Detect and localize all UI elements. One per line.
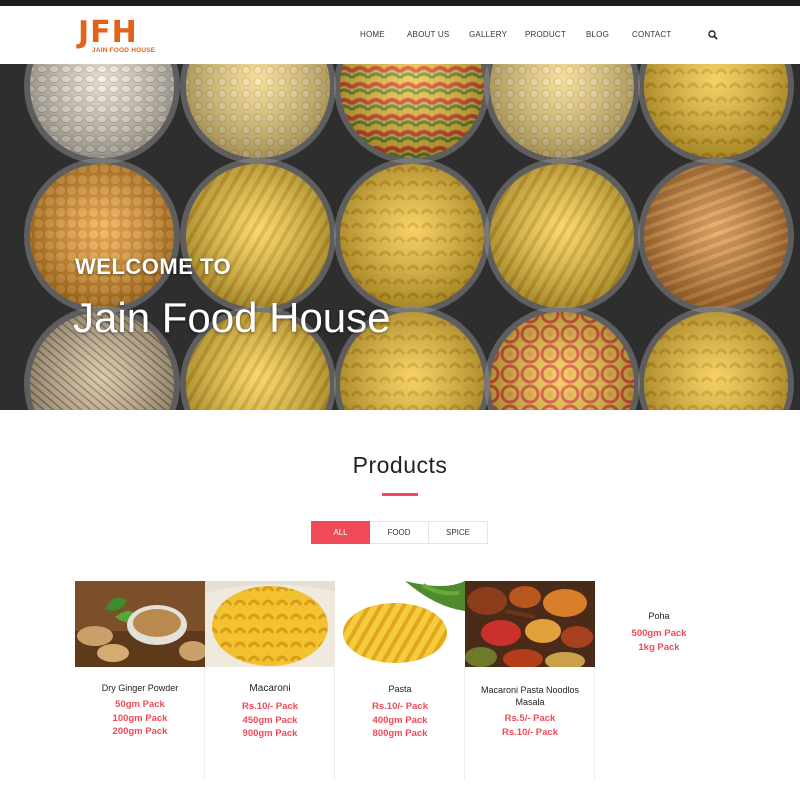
hero-bowl-shade	[186, 164, 330, 308]
product-image-masala[interactable]	[465, 581, 595, 667]
site-header: JFH JAIN FOOD HOUSE HOME ABOUT US GALLER…	[0, 6, 800, 64]
product-prices: Rs.10/- Pack 450gm Pack 900gm Pack	[205, 700, 335, 741]
filter-food[interactable]: FOOD	[370, 521, 429, 544]
product-image-dry-ginger[interactable]	[75, 581, 205, 667]
price-option: 400gm Pack	[372, 714, 428, 726]
product-name: Macaroni	[249, 683, 291, 694]
product-image-pasta[interactable]	[335, 581, 465, 667]
price-option: 900gm Pack	[242, 728, 298, 739]
product-prices: Rs.10/- Pack 400gm Pack 800gm Pack	[335, 700, 465, 741]
nav-gallery[interactable]: GALLERY	[469, 30, 507, 39]
product-card-pasta[interactable]: Pasta Rs.10/- Pack 400gm Pack 800gm Pack	[335, 581, 465, 780]
price-option: 450gm Pack	[242, 714, 298, 726]
price-option: 50gm Pack	[115, 699, 165, 710]
nav-blog[interactable]: BLOG	[586, 30, 609, 39]
nav-contact[interactable]: CONTACT	[632, 30, 671, 39]
price-option: 200gm Pack	[112, 726, 168, 737]
price-option: 500gm Pack	[631, 628, 687, 639]
product-name: Pasta	[388, 684, 412, 694]
filter-spice[interactable]: SPICE	[429, 521, 488, 544]
product-image-macaroni[interactable]	[205, 581, 335, 667]
hero-welcome-text: WELCOME TO	[75, 254, 232, 279]
main-nav: HOME ABOUT US GALLERY PRODUCT BLOG CONTA…	[0, 6, 800, 64]
nav-home[interactable]: HOME	[360, 30, 385, 39]
product-prices: 50gm Pack 100gm Pack 200gm Pack	[75, 698, 205, 739]
product-card-masala[interactable]: Macaroni Pasta Noodlos Masala Rs.5/- Pac…	[465, 581, 595, 780]
product-card-dry-ginger-powder[interactable]: Dry Ginger Powder 50gm Pack 100gm Pack 2…	[75, 581, 205, 780]
title-underline	[382, 493, 418, 496]
product-card-macaroni[interactable]: Macaroni Rs.10/- Pack 450gm Pack 900gm P…	[205, 581, 335, 780]
filter-all[interactable]: ALL	[311, 521, 370, 544]
product-prices: Rs.5/- Pack Rs.10/- Pack	[465, 712, 595, 739]
price-option: 800gm Pack	[372, 728, 428, 739]
price-option: 1kg Pack	[638, 641, 680, 653]
product-prices: 500gm Pack 1kg Pack	[594, 627, 724, 654]
product-name: Dry Ginger Powder	[101, 683, 179, 693]
hero-banner: WELCOME TO Jain Food House	[0, 64, 800, 410]
hero-brand-title: Jain Food House	[73, 294, 391, 341]
price-option: Rs.10/- Pack	[502, 726, 558, 738]
hero-bowl-shade	[644, 164, 788, 308]
hero-bowl-shade	[490, 164, 634, 308]
price-option: Rs.10/- Pack	[242, 701, 298, 712]
products-section-title: Products	[352, 452, 448, 478]
product-name: Poha	[648, 611, 670, 621]
nav-product[interactable]: PRODUCT	[525, 30, 566, 39]
nav-about-us[interactable]: ABOUT US	[407, 30, 449, 39]
hero-background-image	[0, 64, 800, 410]
product-filters: ALL FOOD SPICE	[311, 521, 488, 544]
price-option: 100gm Pack	[112, 712, 168, 724]
product-card-poha[interactable]: Poha 500gm Pack 1kg Pack	[594, 610, 724, 654]
price-option: Rs.10/- Pack	[372, 701, 428, 712]
price-option: Rs.5/- Pack	[504, 713, 556, 724]
hero-bowl-shade	[30, 164, 174, 308]
search-icon[interactable]	[708, 30, 718, 40]
product-name: Macaroni Pasta Noodlos Masala	[480, 685, 580, 707]
hero-bowl-shade	[340, 164, 484, 308]
